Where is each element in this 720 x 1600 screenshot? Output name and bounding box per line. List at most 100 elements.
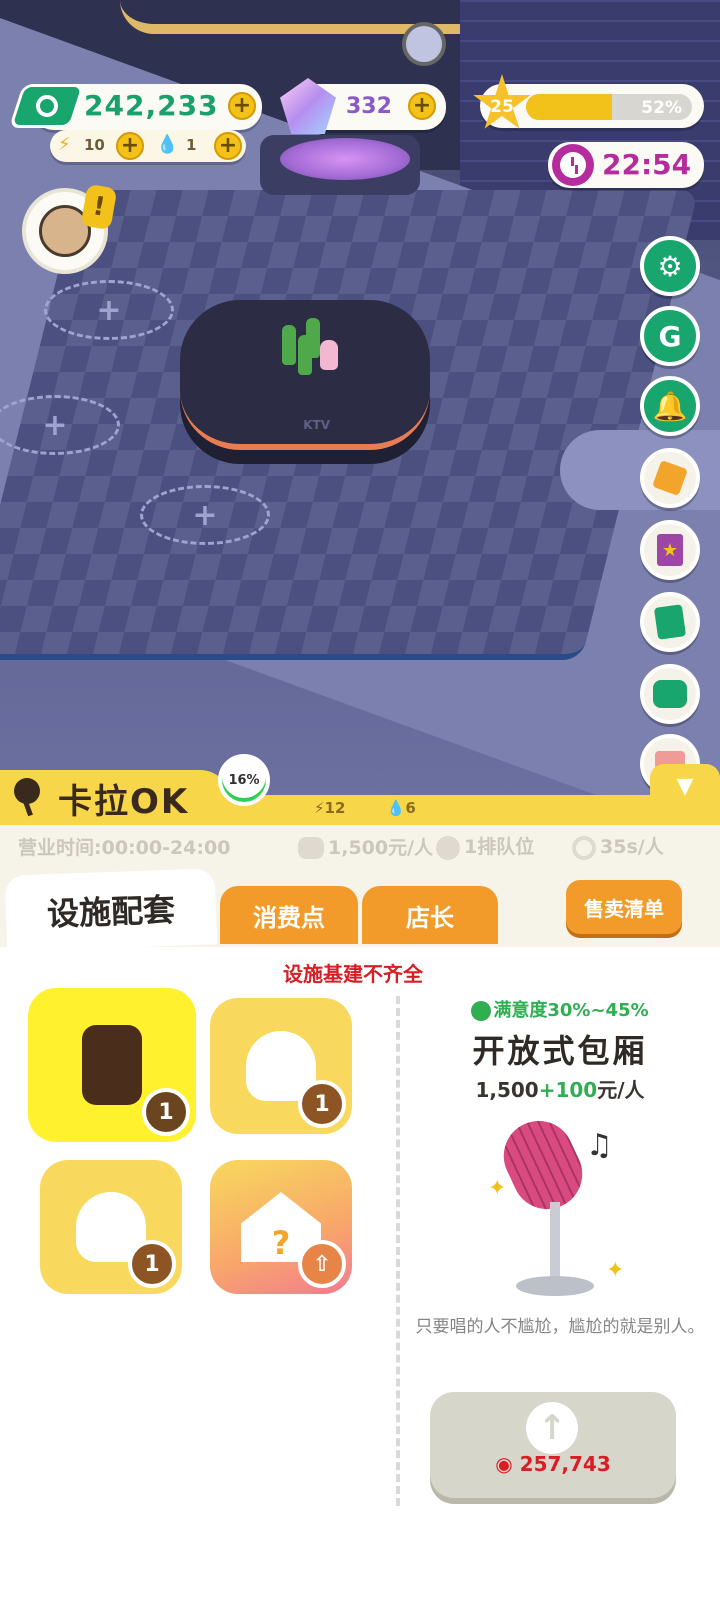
tasks-button[interactable] (640, 592, 700, 652)
person-icon (436, 835, 460, 860)
tab-manager[interactable]: 店长 (362, 886, 498, 944)
chat-icon (653, 680, 687, 708)
sparkle-icon: ✦ (606, 1258, 625, 1283)
price-per-person: 1,500元/人 (298, 833, 433, 860)
add-energy-button[interactable]: + (116, 132, 144, 160)
chat-button[interactable] (640, 664, 700, 724)
shop-info-strip: 营业时间:00:00-24:00 1,500元/人 1排队位 35s/人 (0, 825, 720, 867)
add-water-button[interactable]: + (214, 132, 242, 160)
smile-icon (471, 1001, 492, 1021)
music-note-icon: ♫ (586, 1128, 613, 1163)
facility-level-badge: 1 (128, 1240, 176, 1288)
service-speed: 35s/人 (572, 832, 664, 860)
microphone-illustration: ♫ ✦ ✦ (488, 1109, 638, 1297)
mini-energy: ⚡12 (314, 799, 346, 817)
price-base: 1,500 (475, 1078, 539, 1102)
energy-icon: ⚡ (58, 134, 71, 155)
settings-button[interactable]: ⚙ (640, 236, 700, 296)
hanging-lamp (402, 22, 446, 66)
mic-head (492, 1109, 594, 1221)
coin-stack-icon (298, 837, 324, 859)
satisfaction-range: 满意度30%~45% (410, 996, 710, 1022)
mini-water: 💧6 (386, 799, 416, 817)
facility-level-badge: 1 (142, 1088, 190, 1136)
price-unit: 元/人 (597, 1078, 645, 1102)
collapse-arrow-icon: ▼ (676, 773, 694, 799)
tab-consumption[interactable]: 消费点 (220, 886, 358, 944)
green-bottle (306, 318, 320, 358)
resource-counter: ⚡ 10 + 💧 1 + (50, 130, 246, 162)
upgrade-cost-value: 257,743 (519, 1452, 611, 1476)
price-bonus: +100 (538, 1078, 598, 1102)
xp-bar-fill (526, 94, 613, 120)
facility-service-staff[interactable]: 1 (210, 998, 352, 1134)
sell-list-button[interactable]: 售卖清单 (566, 880, 682, 934)
speed-text: 35s/人 (600, 836, 664, 859)
upgrade-cost: ◉ 257,743 (495, 1452, 611, 1476)
bell-icon: 🔔 (652, 389, 688, 423)
stage-disco-light (280, 138, 410, 180)
empty-slot-3[interactable]: + (140, 485, 270, 545)
energy-value: 10 (84, 136, 105, 154)
shop-name: 卡拉OK (58, 782, 190, 822)
mic-stand-icon (82, 1025, 142, 1105)
mini-water-value: 6 (405, 799, 416, 817)
green-bottle (282, 325, 296, 365)
upgrade-arrow-icon: ↑ (526, 1402, 578, 1454)
mystery-box-icon (652, 460, 688, 496)
facility-mic-stand[interactable]: 1 (28, 988, 196, 1142)
customer-alert-avatar[interactable]: ! (22, 183, 118, 274)
level-progress[interactable]: 52% 25 (473, 74, 704, 129)
cash-icon (8, 84, 86, 128)
facility-level-badge: 1 (298, 1080, 346, 1128)
mic-stem (550, 1202, 560, 1282)
facility-mystery-room[interactable]: ? ⇧ (210, 1160, 352, 1294)
player-level: 25 (490, 97, 514, 117)
business-hours: 营业时间:00:00-24:00 (18, 836, 231, 859)
gear-icon: ⚙ (657, 249, 683, 283)
xp-bar: 52% (526, 94, 692, 120)
add-gems-button[interactable]: + (408, 92, 436, 120)
queue-text: 1排队位 (464, 836, 535, 859)
empty-slot-1[interactable]: + (44, 280, 174, 340)
clock-icon (552, 144, 594, 186)
facility-flavor-text: 只要唱的人不尴尬，尴尬的就是别人。 (415, 1317, 705, 1337)
g-coin-icon: G (658, 319, 682, 353)
price-text: 1,500元/人 (328, 836, 434, 859)
facility-price: 1,500+100元/人 (410, 1074, 710, 1103)
shop-mini-stats: ⚡12 💧6 (314, 799, 452, 817)
collection-book-button[interactable]: ★ (640, 520, 700, 580)
sparkle-icon: ✦ (488, 1176, 507, 1201)
mic-base (516, 1276, 594, 1296)
upgrade-arrow-badge-icon: ⇧ (298, 1240, 346, 1288)
facility-warning: 设施基建不齐全 (283, 962, 423, 986)
ktv-table-label: KTV (303, 418, 330, 432)
tab-facilities[interactable]: 设施配套 (4, 868, 218, 952)
dashed-divider (396, 996, 400, 1506)
water-value: 1 (186, 136, 197, 154)
shop-progress-badge: 16% (218, 754, 270, 806)
clock-icon (572, 835, 596, 860)
facility-audience[interactable]: 1 (40, 1160, 182, 1294)
pink-bottle (320, 340, 338, 370)
notes-icon (653, 604, 687, 640)
shop-progress-value: 16% (228, 772, 260, 788)
star-book-icon: ★ (657, 534, 683, 566)
g-coin-button[interactable]: G (640, 306, 700, 366)
mini-energy-value: 12 (324, 799, 346, 817)
cash-counter: 242,233 + (8, 84, 262, 130)
ktv-table[interactable]: KTV (180, 300, 430, 450)
gem-counter: 332 + (280, 78, 446, 134)
xp-percent: 52% (641, 98, 682, 118)
facility-title: 开放式包厢 (472, 1032, 648, 1070)
notifications-button[interactable]: 🔔 (640, 376, 700, 436)
collapse-panel-button[interactable]: ▼ (650, 764, 720, 808)
satisfaction-text: 满意度30%~45% (493, 1000, 649, 1021)
mystery-box-button[interactable] (640, 448, 700, 508)
gem-value: 332 (346, 94, 392, 119)
game-clock: 22:54 (548, 142, 704, 188)
queue-slots: 1排队位 (436, 832, 534, 860)
add-cash-button[interactable]: + (228, 92, 256, 120)
microphone-icon (14, 778, 40, 804)
cash-value: 242,233 (84, 89, 219, 122)
